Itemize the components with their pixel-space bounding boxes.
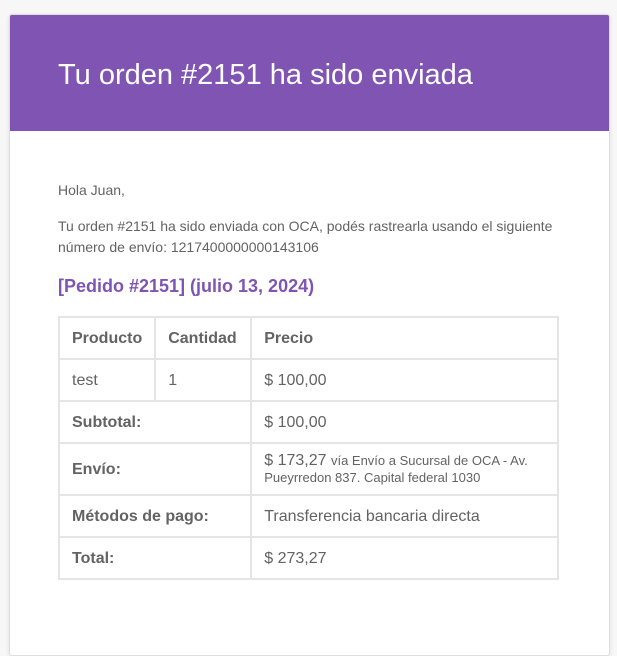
subtotal-row: Subtotal: $ 100,00 [57, 400, 559, 444]
order-table: Producto Cantidad Precio test 1 $ 100,00… [57, 316, 559, 580]
email-title: Tu orden #2151 ha sido enviada [58, 59, 473, 91]
total-label: Total: [57, 536, 253, 580]
email-body: Hola Juan, Tu orden #2151 ha sido enviad… [10, 131, 609, 580]
shipping-amount: $ 173,27 [264, 452, 327, 469]
shipping-row: Envío: $ 173,27 vía Envío a Sucursal de … [57, 442, 559, 496]
order-heading: [Pedido #2151] (julio 13, 2024) [58, 276, 315, 296]
table-header-row: Producto Cantidad Precio [57, 316, 559, 360]
column-header-product: Producto [57, 316, 157, 360]
shipping-message: Tu orden #2151 ha sido enviada con OCA, … [58, 218, 553, 255]
email-card: Tu orden #2151 ha sido enviada Hola Juan… [9, 14, 610, 656]
email-header: Tu orden #2151 ha sido enviada [10, 15, 609, 131]
total-value: $ 273,27 [250, 536, 559, 580]
total-row: Total: $ 273,27 [57, 536, 559, 580]
payment-label: Métodos de pago: [57, 494, 253, 538]
shipping-value: $ 173,27 vía Envío a Sucursal de OCA - A… [250, 442, 559, 496]
payment-row: Métodos de pago: Transferencia bancaria … [57, 494, 559, 538]
shipping-label: Envío: [57, 442, 253, 496]
subtotal-label: Subtotal: [57, 400, 253, 444]
column-header-price: Precio [250, 316, 559, 360]
item-product: test [57, 358, 157, 402]
subtotal-value: $ 100,00 [250, 400, 559, 444]
table-row: test 1 $ 100,00 [57, 358, 559, 402]
greeting-text: Hola Juan, [58, 182, 125, 198]
column-header-quantity: Cantidad [154, 316, 253, 360]
payment-value: Transferencia bancaria directa [250, 494, 559, 538]
item-price: $ 100,00 [250, 358, 559, 402]
item-quantity: 1 [154, 358, 253, 402]
